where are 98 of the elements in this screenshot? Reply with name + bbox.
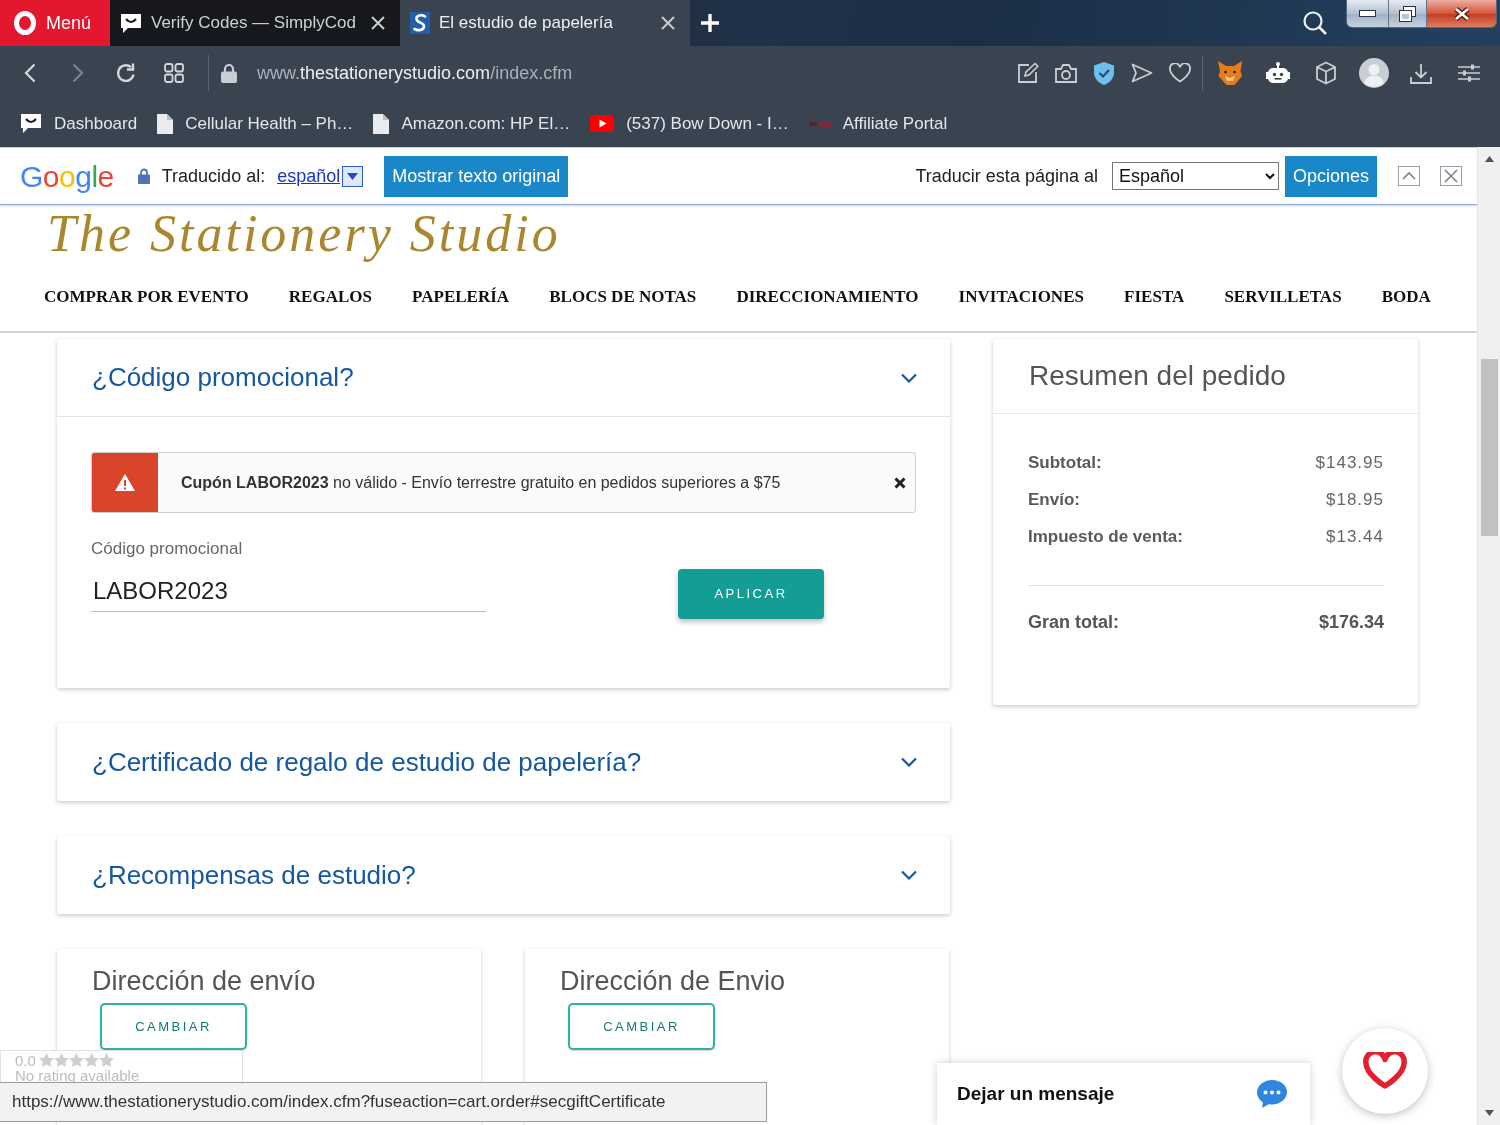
camera-icon[interactable] <box>1055 63 1078 83</box>
forward-icon[interactable] <box>72 63 84 83</box>
star-icon <box>83 1053 99 1067</box>
download-icon[interactable] <box>1410 62 1433 84</box>
language-select[interactable]: Español <box>1111 162 1279 190</box>
document-icon <box>157 113 174 134</box>
options-button[interactable]: Opciones <box>1284 155 1377 197</box>
total-value: $176.34 <box>1318 611 1384 634</box>
close-button[interactable] <box>1427 0 1496 27</box>
change-button[interactable]: CAMBIAR <box>100 1003 247 1050</box>
summary-value: $13.44 <box>1326 525 1384 548</box>
grid-icon[interactable] <box>164 63 184 83</box>
rating-score: 0.0 <box>15 1052 36 1068</box>
robot-icon[interactable] <box>1265 62 1290 84</box>
summary-label: Subtotal: <box>1028 451 1102 474</box>
nav-link[interactable]: FIESTA <box>1124 283 1185 310</box>
nav-link[interactable]: BLOCS DE NOTAS <box>549 283 697 310</box>
bookmark-link[interactable]: Affiliate Portal <box>808 110 948 137</box>
play-icon <box>590 115 615 132</box>
accordion-header[interactable]: ¿Código promocional? <box>57 339 950 417</box>
scroll-down-icon[interactable] <box>1484 1110 1494 1116</box>
restore-button[interactable] <box>1389 0 1427 27</box>
translate-logo: Google <box>20 158 114 195</box>
avatar-icon[interactable] <box>1358 58 1389 88</box>
nav-link[interactable]: DIRECCIONAMIENTO <box>736 283 919 310</box>
cube-icon[interactable] <box>1314 61 1337 85</box>
edit-icon[interactable] <box>1017 62 1040 84</box>
chevron-down-icon <box>901 757 917 767</box>
dropdown-icon[interactable] <box>342 165 364 187</box>
reload-icon[interactable] <box>115 62 137 84</box>
sliders-icon[interactable] <box>1458 64 1481 82</box>
browser-tab[interactable]: Verify Codes — SimplyCod <box>110 0 400 46</box>
shield-check-icon[interactable] <box>1094 61 1115 85</box>
lock-icon <box>137 168 150 184</box>
favicon-icon <box>410 12 430 34</box>
scrollbar[interactable] <box>1477 147 1500 1125</box>
status-url: https://www.thestationerystudio.com/index.cfm?fuseaction=cart.order#secgiftCertificate <box>0 1082 767 1122</box>
summary-label: Envío: <box>1028 488 1080 511</box>
star-icon <box>38 1053 54 1067</box>
heart-icon <box>1363 1052 1407 1090</box>
lock-icon <box>221 63 237 83</box>
fox-icon[interactable] <box>1217 61 1244 85</box>
alert-message: Cupón LABOR2023 no válido - Envío terrestre gratuito en pedidos superiores a $75 <box>180 472 782 493</box>
summary-label: Impuesto de venta: <box>1028 525 1183 548</box>
translate-page-label: Traducir esta página al <box>915 164 1098 188</box>
chat-icon <box>1256 1079 1288 1109</box>
rating-note: No rating available <box>15 1068 141 1083</box>
translated-label: Traducido al: <box>161 164 266 188</box>
star-icon <box>68 1053 84 1067</box>
accordion-header[interactable]: ¿Certificado de regalo de estudio de papelería? <box>57 723 950 801</box>
back-icon[interactable] <box>24 63 36 83</box>
document-icon <box>373 113 390 134</box>
menu-button[interactable]: Menú <box>0 0 110 46</box>
summary-value: $18.95 <box>1326 488 1384 511</box>
heart-icon[interactable] <box>1169 63 1192 83</box>
browser-tab[interactable]: El estudio de papelería <box>400 0 690 46</box>
send-icon[interactable] <box>1131 63 1154 83</box>
chat-widget[interactable]: Dejar un mensaje <box>937 1063 1310 1125</box>
address-title: Dirección de Envio <box>560 965 787 997</box>
minimize-icon <box>1359 10 1376 17</box>
address-title: Dirección de envío <box>92 965 317 997</box>
bookmark-link[interactable]: Dashboard <box>20 110 138 137</box>
chevron-down-icon <box>901 372 917 383</box>
scrollbar-thumb[interactable] <box>1480 359 1498 536</box>
nav-link[interactable]: SERVILLETAS <box>1224 283 1342 310</box>
chat-smile-icon <box>120 12 142 34</box>
restore-icon <box>1399 5 1416 22</box>
nav-link[interactable]: INVITACIONES <box>958 283 1084 310</box>
minimize-button[interactable] <box>1347 0 1389 27</box>
nav-link[interactable]: BODA <box>1381 283 1431 310</box>
bookmark-link[interactable]: Cellular Health – Ph… <box>157 110 354 137</box>
promo-code-field[interactable]: LABOR2023 <box>91 571 486 612</box>
total-label: Gran total: <box>1028 611 1119 634</box>
summary-value: $143.95 <box>1315 451 1384 474</box>
change-button[interactable]: CAMBIAR <box>568 1003 715 1050</box>
scroll-up-icon[interactable] <box>1484 156 1494 162</box>
show-original-button[interactable]: Mostrar texto original <box>384 155 569 197</box>
address-field[interactable]: www.thestationerystudio.com/index.cfm <box>257 59 573 87</box>
summary-title: Resumen del pedido <box>1029 359 1286 393</box>
nav-link[interactable]: COMPRAR POR EVENTO <box>44 283 249 310</box>
bookmark-link[interactable]: Amazon.com: HP El… <box>373 110 571 137</box>
ring-logo-icon <box>14 11 36 35</box>
favorites-button[interactable] <box>1342 1028 1428 1114</box>
plus-icon <box>701 14 719 32</box>
star-icon <box>98 1053 114 1067</box>
collapse-icon[interactable] <box>1398 166 1420 186</box>
chevron-down-icon <box>901 870 917 880</box>
chat-smile-icon <box>20 113 42 134</box>
nav-link[interactable]: REGALOS <box>288 283 372 310</box>
accordion-header[interactable]: ¿Recompensas de estudio? <box>57 836 950 914</box>
close-icon[interactable] <box>894 476 906 489</box>
star-icon <box>53 1053 69 1067</box>
search-icon[interactable] <box>1303 11 1327 35</box>
field-label: Código promocional <box>91 539 244 559</box>
bookmark-link[interactable]: (537) Bow Down - I… <box>590 110 789 137</box>
nav-link[interactable]: PAPELERÍA <box>412 283 510 310</box>
favicon-icon <box>808 119 831 128</box>
language-link[interactable]: español <box>277 162 341 190</box>
